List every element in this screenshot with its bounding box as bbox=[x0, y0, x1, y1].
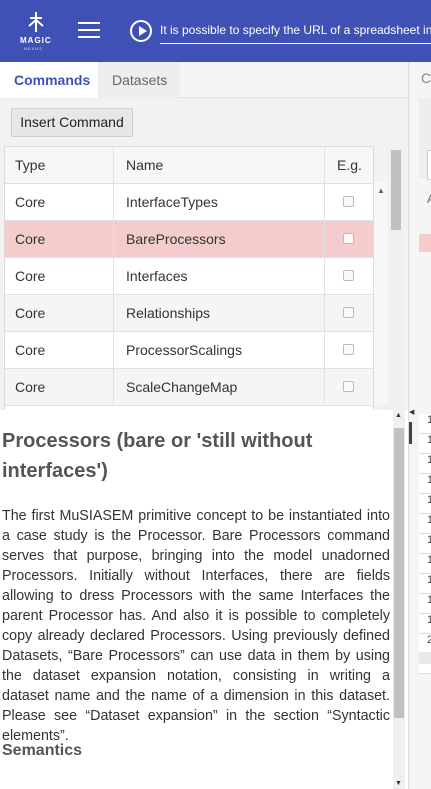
scroll-up-icon[interactable]: ▲ bbox=[377, 186, 385, 195]
example-checkbox[interactable] bbox=[343, 344, 354, 355]
row-number: 1 bbox=[419, 614, 431, 634]
row-number: 1 bbox=[419, 594, 431, 614]
row-number: 1 bbox=[419, 454, 431, 474]
cell-type: Core bbox=[5, 221, 114, 257]
cell-type: Core bbox=[5, 295, 114, 331]
example-checkbox[interactable] bbox=[343, 307, 354, 318]
doc-scrollbar[interactable]: ▲ ▼ bbox=[393, 410, 405, 789]
column-header-type[interactable]: Type bbox=[5, 147, 114, 183]
scrollbar-thumb[interactable] bbox=[394, 428, 404, 718]
row-number: 1 bbox=[419, 434, 431, 454]
cell-name: Relationships bbox=[114, 295, 325, 331]
cell-name: InterfaceTypes bbox=[114, 184, 325, 220]
example-checkbox[interactable] bbox=[343, 233, 354, 244]
grid-scrollbar[interactable]: ▲ bbox=[374, 182, 388, 404]
cell-type: Core bbox=[5, 332, 114, 368]
scroll-down-icon[interactable]: ▼ bbox=[395, 780, 402, 787]
logo-symbol-icon bbox=[28, 12, 44, 32]
commands-scrollbar[interactable]: ▼ bbox=[389, 146, 403, 452]
row-number: 1 bbox=[419, 414, 431, 434]
cell-name: Interfaces bbox=[114, 258, 325, 294]
table-row[interactable]: Core ScaleChangeMap bbox=[5, 369, 373, 406]
doc-body: The first MuSIASEM primitive concept to … bbox=[2, 508, 390, 744]
row-number: 1 bbox=[419, 534, 431, 554]
example-checkbox[interactable] bbox=[343, 270, 354, 281]
column-header-name[interactable]: Name bbox=[114, 147, 325, 183]
table-row-selected[interactable]: Core BareProcessors bbox=[5, 221, 373, 258]
table-row[interactable]: Core ProcessorScalings bbox=[5, 332, 373, 369]
cell-type: Core bbox=[5, 258, 114, 294]
example-checkbox[interactable] bbox=[343, 381, 354, 392]
cell-type: Core bbox=[5, 369, 114, 405]
scroll-up-icon[interactable]: ▲ bbox=[395, 412, 402, 419]
row-number: 1 bbox=[419, 574, 431, 594]
column-header-example[interactable]: E.g. bbox=[325, 147, 373, 183]
column-letter: A bbox=[427, 192, 431, 206]
sheet-row-headers: 1 1 1 1 1 1 1 1 1 1 1 2 2 bbox=[419, 414, 431, 674]
cell-name: ScaleChangeMap bbox=[114, 369, 325, 405]
sheet-horizontal-scrollbar[interactable] bbox=[419, 652, 431, 664]
table-row[interactable]: Core Interfaces bbox=[5, 258, 373, 295]
tab-datasets[interactable]: Datasets bbox=[98, 62, 180, 98]
doc-semantics-heading: Semantics bbox=[2, 742, 83, 759]
play-icon[interactable] bbox=[130, 20, 152, 42]
cell-name: ProcessorScalings bbox=[114, 332, 325, 368]
row-number: 1 bbox=[419, 514, 431, 534]
logo-subtext: NEXUS bbox=[24, 46, 43, 51]
spreadsheet-url-input[interactable]: It is possible to specify the URL of a s… bbox=[160, 20, 431, 44]
tab-commands[interactable]: Commands bbox=[0, 62, 98, 98]
right-input[interactable] bbox=[427, 150, 431, 180]
insert-command-button[interactable]: Insert Command bbox=[11, 108, 133, 137]
row-number: 1 bbox=[419, 474, 431, 494]
table-row[interactable]: Core InterfaceTypes bbox=[5, 184, 373, 221]
scrollbar-thumb[interactable] bbox=[391, 150, 401, 230]
logo-text: MAGIC bbox=[20, 36, 52, 45]
row-number: 1 bbox=[419, 494, 431, 514]
pane-divider[interactable] bbox=[409, 422, 412, 444]
right-pane: C A ◀ 1 1 1 1 1 1 1 1 1 1 1 2 2 bbox=[408, 62, 431, 789]
cell-type: Core bbox=[5, 184, 114, 220]
table-row[interactable]: Core Relationships bbox=[5, 295, 373, 332]
tab-bar: Commands Datasets bbox=[0, 62, 408, 98]
commands-grid: Type Name E.g. Core InterfaceTypes Core … bbox=[4, 146, 374, 452]
left-pane: Commands Datasets Insert Command Type Na… bbox=[0, 62, 408, 789]
cell-name: BareProcessors bbox=[114, 221, 325, 257]
grid-header-row: Type Name E.g. bbox=[5, 147, 373, 184]
doc-title: Processors (bare or 'still without inter… bbox=[2, 430, 313, 482]
collapse-left-icon[interactable]: ◀ bbox=[409, 408, 414, 416]
row-number: 2 bbox=[419, 634, 431, 654]
example-checkbox[interactable] bbox=[343, 196, 354, 207]
app-logo[interactable]: MAGIC NEXUS bbox=[16, 8, 56, 52]
highlighted-cell[interactable] bbox=[419, 234, 431, 252]
app-bar: MAGIC NEXUS It is possible to specify th… bbox=[0, 0, 431, 62]
command-documentation: Processors (bare or 'still without inter… bbox=[0, 410, 408, 789]
hamburger-menu-icon[interactable] bbox=[78, 22, 100, 40]
right-tab[interactable]: C bbox=[421, 70, 431, 86]
row-number: 1 bbox=[419, 554, 431, 574]
